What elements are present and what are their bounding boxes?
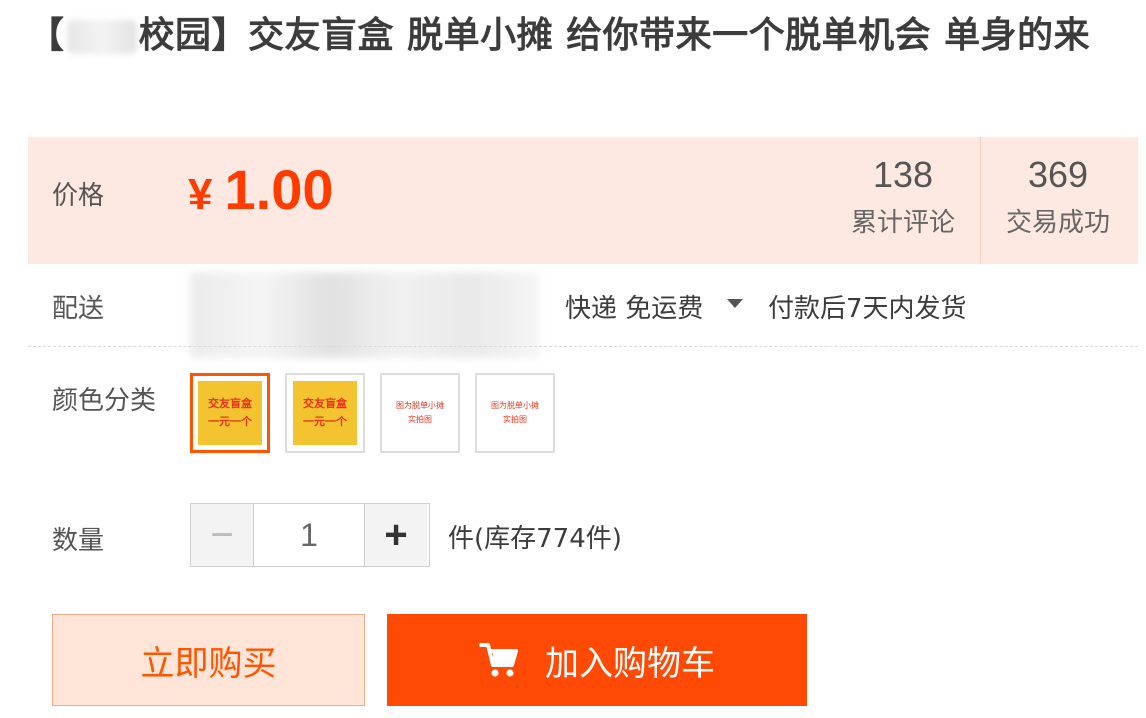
color-option-2[interactable]: 交友盲盒 一元一个: [285, 373, 365, 453]
product-title: 【 校园】交友盲盒 脱单小摊 给你带来一个脱单机会 单身的来: [28, 8, 1128, 63]
option-thumbnail: 图为脱单小摊 实拍图: [482, 380, 548, 446]
divider: [28, 346, 1138, 347]
stat-transactions[interactable]: 369 交易成功: [983, 151, 1133, 243]
delivery-time: 付款后7天内发货: [768, 294, 967, 324]
stat-reviews[interactable]: 138 累计评论: [828, 151, 978, 243]
transactions-label: 交易成功: [1005, 208, 1110, 238]
quantity-stepper: − +: [190, 503, 430, 567]
decrement-button[interactable]: −: [191, 504, 253, 566]
title-campus: 校园】: [138, 15, 249, 56]
add-to-cart-label: 加入购物车: [545, 643, 715, 684]
color-option-3[interactable]: 图为脱单小摊 实拍图: [380, 373, 460, 453]
increment-button[interactable]: +: [365, 504, 427, 566]
price-value: ¥1.00: [188, 157, 333, 222]
caret-down-icon[interactable]: [727, 299, 743, 308]
quantity-input[interactable]: [253, 504, 365, 566]
add-to-cart-button[interactable]: 加入购物车: [387, 614, 807, 706]
color-label: 颜色分类: [52, 386, 157, 416]
option-thumbnail: 交友盲盒 一元一个: [198, 381, 262, 445]
reviews-count: 138: [872, 154, 934, 195]
price-amount: 1.00: [224, 158, 334, 221]
stock-text: 件(库存774件): [448, 524, 622, 554]
option-thumbnail: 图为脱单小摊 实拍图: [387, 380, 453, 446]
cart-icon: [479, 641, 519, 679]
price-label: 价格: [52, 181, 105, 211]
blurred-shop-name: [66, 20, 137, 54]
stat-divider: [980, 137, 981, 264]
quantity-label: 数量: [52, 526, 105, 556]
currency-symbol: ¥: [188, 170, 213, 219]
shipping-method[interactable]: 快递 免运费: [565, 288, 703, 325]
color-option-4[interactable]: 图为脱单小摊 实拍图: [475, 373, 555, 453]
title-text: 交友盲盒 脱单小摊 给你带来一个脱单机会 单身的来: [248, 15, 1091, 56]
shipping-label: 配送: [52, 294, 105, 324]
price-panel: 价格 ¥1.00 138 累计评论 369 交易成功: [28, 137, 1138, 264]
reviews-label: 累计评论: [850, 208, 955, 238]
title-bracket: 【: [28, 15, 65, 56]
option-thumbnail: 交友盲盒 一元一个: [293, 381, 357, 445]
color-option-1[interactable]: 交友盲盒 一元一个: [190, 373, 270, 453]
buy-now-button[interactable]: 立即购买: [52, 614, 365, 706]
transactions-count: 369: [1027, 154, 1089, 195]
